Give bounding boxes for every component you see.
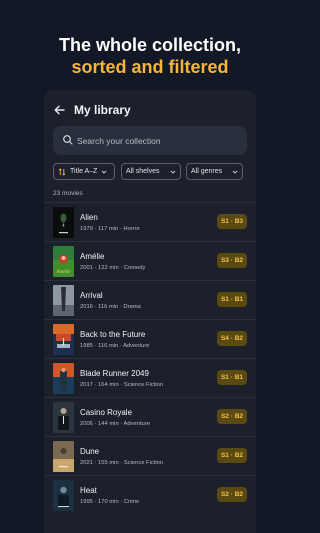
list-item[interactable]: Arrival 2016 · 116 min · Drama S1 · B1 [44,280,256,319]
shelves-chip-label: All shelves [126,168,160,175]
genres-chip-label: All genres [191,168,223,175]
movie-meta: 1995 · 170 min · Crime [80,499,140,505]
movie-meta: 1985 · 116 min · Adventure [80,343,150,349]
back-button[interactable] [52,103,66,117]
shelf-badge: S1 · B1 [217,292,247,307]
shelf-badge: S4 · B2 [217,331,247,346]
poster-image [53,441,74,472]
movie-title: Casino Royale [80,408,133,417]
page-title: My library [74,103,131,117]
list-item[interactable]: Alien 1979 · 117 min · Horror S1 · B3 [44,202,256,241]
movie-title: Blade Runner 2049 [80,369,149,378]
movie-title: Heat [80,486,97,495]
list-item[interactable]: Dune 2021 · 155 min · Science Fiction S1… [44,436,256,475]
poster-image [53,363,74,394]
shelf-badge: S3 · B2 [217,253,247,268]
chevron-down-icon [232,170,238,174]
list-item[interactable]: Heat 1995 · 170 min · Crime S2 · B2 [44,475,256,514]
movie-meta: 2001 · 122 min · Comedy [80,265,146,271]
genres-filter-chip[interactable]: All genres [186,163,243,180]
movie-title: Amélie [80,252,105,261]
shelf-badge: S1 · B1 [217,370,247,385]
movie-meta: 2016 · 116 min · Drama [80,304,141,310]
poster-image [53,285,74,316]
poster-image [53,207,74,238]
movie-title: Back to the Future [80,330,146,339]
list-item[interactable]: Casino Royale 2006 · 144 min · Adventure… [44,397,256,436]
chevron-down-icon [102,170,107,174]
list-item[interactable]: Amélie Amélie 2001 · 122 min · Comedy S3… [44,241,256,280]
movie-count: 23 movies [53,190,83,197]
headline-line-2: sorted and filtered [71,57,229,77]
poster-image [53,480,74,511]
chevron-down-icon [170,170,176,174]
promo-headline: The whole collection, sorted and filtere… [0,34,300,78]
app-screen: My library Title A–Z All shelves All gen… [44,90,256,533]
poster-image [53,324,74,355]
poster-image: Amélie [53,246,74,277]
shelf-badge: S1 · B3 [217,214,247,229]
headline-line-1: The whole collection, [58,35,242,55]
movie-title: Alien [80,213,98,222]
list-item[interactable]: Back to the Future 1985 · 116 min · Adve… [44,319,256,358]
shelves-filter-chip[interactable]: All shelves [121,163,181,180]
shelf-badge: S1 · B2 [217,448,247,463]
search-input[interactable] [77,126,241,155]
poster-image [53,402,74,433]
movie-meta: 2021 · 155 min · Science Fiction [80,460,164,466]
search-bar[interactable] [53,126,247,155]
movie-meta: 2017 · 164 min · Science Fiction [80,382,164,388]
svg-text:Amélie: Amélie [56,270,72,275]
movie-meta: 2006 · 144 min · Adventure [80,421,150,427]
app-bar: My library [44,90,256,126]
shelf-badge: S2 · B2 [217,409,247,424]
search-icon [63,135,73,145]
sort-chip[interactable]: Title A–Z [53,163,115,180]
arrow-left-icon [54,105,65,115]
movie-meta: 1979 · 117 min · Horror [80,226,140,232]
shelf-badge: S2 · B2 [217,487,247,502]
movie-title: Dune [80,447,100,456]
movie-title: Arrival [80,291,103,300]
list-item[interactable]: Blade Runner 2049 2017 · 164 min · Scien… [44,358,256,397]
sort-icon [58,167,66,176]
sort-chip-label: Title A–Z [70,168,98,175]
